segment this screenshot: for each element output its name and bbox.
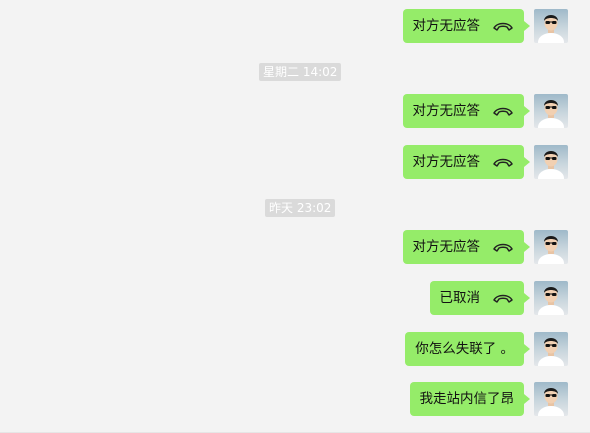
- call-record-bubble[interactable]: 已取消: [429, 281, 530, 315]
- phone-hangup-icon: [493, 158, 513, 167]
- message-row: 你怎么失联了 。: [405, 331, 568, 367]
- call-status-text: 已取消: [439, 290, 481, 306]
- phone-hangup-icon: [493, 243, 513, 252]
- phone-hangup-icon: [493, 107, 513, 116]
- message-row: 对方无应答: [402, 93, 568, 129]
- call-status-text: 对方无应答: [412, 154, 481, 170]
- message-row: 对方无应答: [402, 8, 568, 44]
- avatar[interactable]: [534, 230, 568, 264]
- avatar[interactable]: [534, 332, 568, 366]
- avatar[interactable]: [534, 145, 568, 179]
- avatar[interactable]: [534, 9, 568, 43]
- text-message-bubble[interactable]: 我走站内信了昂: [409, 382, 530, 416]
- call-status-text: 对方无应答: [412, 18, 481, 34]
- call-status-text: 对方无应答: [412, 103, 481, 119]
- avatar[interactable]: [534, 281, 568, 315]
- message-row: 我走站内信了昂: [409, 381, 568, 417]
- message-row: 对方无应答: [402, 229, 568, 265]
- message-row: 已取消: [429, 280, 568, 316]
- call-record-bubble[interactable]: 对方无应答: [402, 145, 530, 179]
- avatar[interactable]: [534, 94, 568, 128]
- text-message-bubble[interactable]: 你怎么失联了 。: [405, 332, 530, 366]
- message-text: 我走站内信了昂: [419, 391, 515, 407]
- phone-hangup-icon: [493, 22, 513, 31]
- phone-hangup-icon: [493, 294, 513, 303]
- timestamp-divider: 昨天 23:02: [265, 199, 336, 217]
- call-record-bubble[interactable]: 对方无应答: [402, 94, 530, 128]
- message-text: 你怎么失联了 。: [415, 341, 514, 357]
- call-record-bubble[interactable]: 对方无应答: [402, 9, 530, 43]
- call-status-text: 对方无应答: [412, 239, 481, 255]
- avatar[interactable]: [534, 382, 568, 416]
- message-row: 对方无应答: [402, 144, 568, 180]
- chat-message-area: 对方无应答 星期二 14:02 对方无应答 对方无应答 昨天 23:02 对方无…: [0, 0, 590, 433]
- timestamp-divider: 星期二 14:02: [259, 63, 342, 81]
- call-record-bubble[interactable]: 对方无应答: [402, 230, 530, 264]
